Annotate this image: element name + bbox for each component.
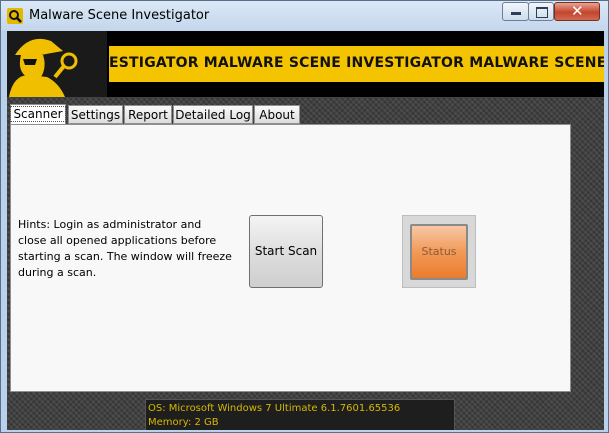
detective-logo — [7, 31, 107, 97]
maximize-icon — [536, 7, 548, 18]
tab-label: Detailed Log — [175, 108, 251, 122]
tab-label: Scanner — [10, 106, 66, 122]
maximize-button[interactable] — [528, 2, 554, 21]
minimize-icon — [511, 12, 521, 15]
app-window: Malware Scene Investigator ✕ ESTIGATOR M… — [0, 0, 609, 433]
status-indicator: Status — [410, 224, 468, 280]
status-indicator-frame: Status — [402, 215, 476, 288]
tab-report[interactable]: Report — [124, 105, 172, 124]
tab-scanner[interactable]: Scanner — [10, 104, 66, 125]
tab-label: About — [259, 108, 295, 122]
hints-text: Hints: Login as administrator and close … — [18, 218, 232, 279]
marquee-banner: ESTIGATOR MALWARE SCENE INVESTIGATOR MAL… — [109, 46, 604, 82]
magnifier-app-icon — [7, 8, 23, 24]
scanner-panel: Hints: Login as administrator and close … — [10, 124, 571, 392]
close-button[interactable]: ✕ — [554, 2, 600, 21]
tab-label: Report — [128, 108, 168, 122]
memory-info: Memory: 2 GB — [148, 417, 219, 428]
banner: ESTIGATOR MALWARE SCENE INVESTIGATOR MAL… — [7, 31, 604, 97]
tab-detailed-log[interactable]: Detailed Log — [173, 105, 253, 124]
minimize-button[interactable] — [502, 2, 529, 21]
title-bar[interactable]: Malware Scene Investigator ✕ — [1, 1, 608, 31]
os-info: OS: Microsoft Windows 7 Ultimate 6.1.760… — [148, 403, 401, 414]
tab-settings[interactable]: Settings — [68, 105, 123, 124]
close-icon: ✕ — [571, 2, 584, 20]
client-area: ESTIGATOR MALWARE SCENE INVESTIGATOR MAL… — [7, 31, 604, 430]
start-scan-button[interactable]: Start Scan — [249, 215, 323, 288]
tab-about[interactable]: About — [254, 105, 300, 124]
tab-label: Settings — [70, 108, 121, 122]
system-info-box: OS: Microsoft Windows 7 Ultimate 6.1.760… — [145, 399, 455, 430]
window-title: Malware Scene Investigator — [29, 8, 210, 23]
marquee-text: ESTIGATOR MALWARE SCENE INVESTIGATOR MAL… — [109, 55, 604, 71]
